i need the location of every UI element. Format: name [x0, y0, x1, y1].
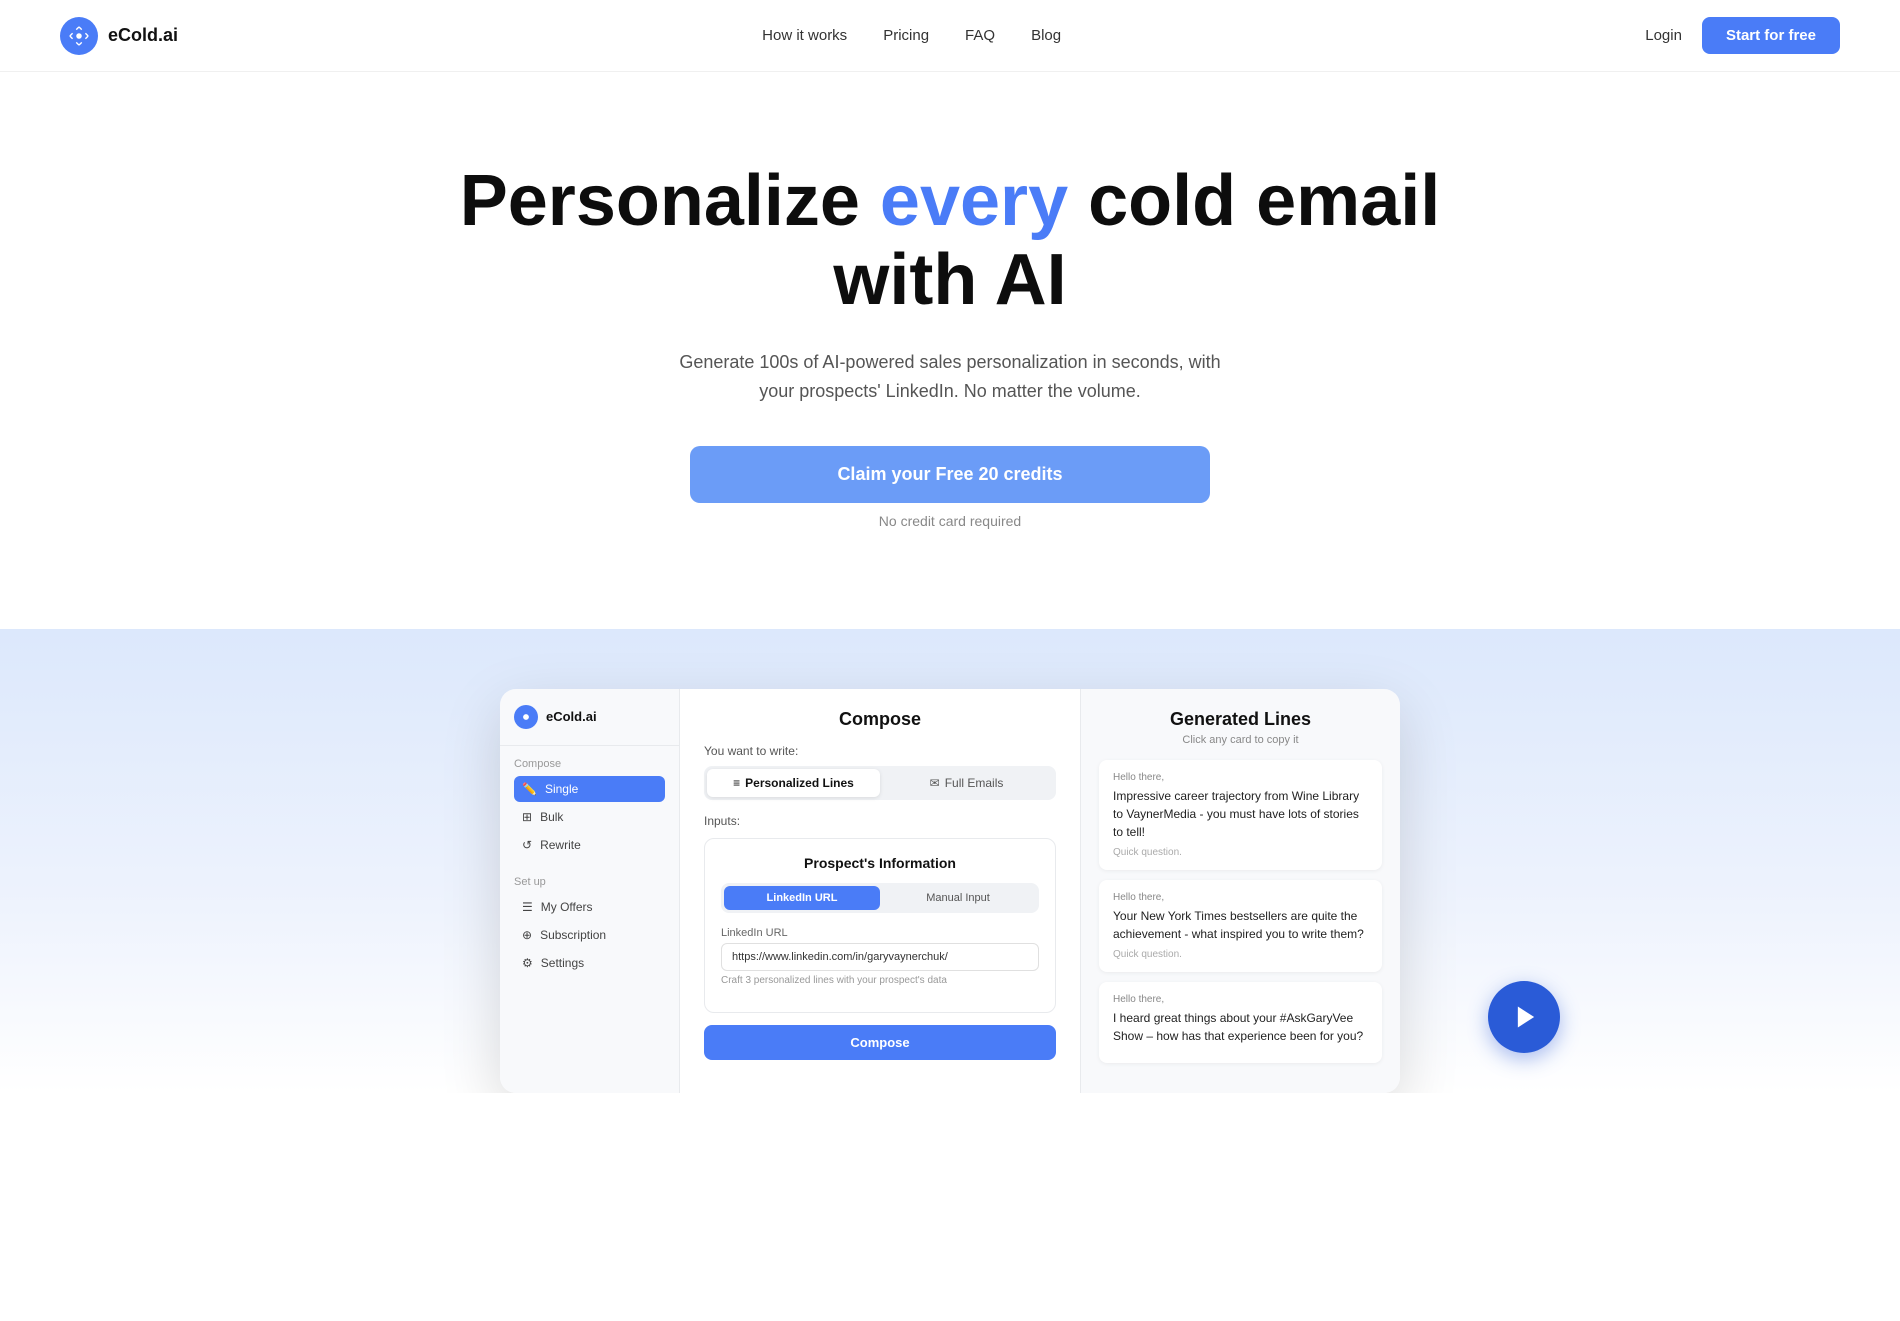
- emails-tab-icon: ✉: [930, 776, 940, 790]
- sidebar-offers-label: My Offers: [541, 900, 593, 914]
- prospect-box: Prospect's Information LinkedIn URL Manu…: [704, 838, 1056, 1013]
- compose-tab-group: ≡ Personalized Lines ✉ Full Emails: [704, 766, 1056, 800]
- sidebar-item-offers[interactable]: ☰ My Offers: [514, 894, 665, 920]
- sidebar-item-rewrite[interactable]: ↺ Rewrite: [514, 832, 665, 858]
- sidebar-rewrite-label: Rewrite: [540, 838, 581, 852]
- headline-accent: every: [880, 161, 1068, 241]
- nav-blog[interactable]: Blog: [1031, 27, 1061, 44]
- sidebar-header: eCold.ai: [500, 705, 679, 746]
- demo-container: eCold.ai Compose ✏️ Single ⊞ Bulk ↺ Rewr…: [500, 689, 1400, 1093]
- sidebar-item-settings[interactable]: ⚙ Settings: [514, 950, 665, 976]
- emails-tab-label: Full Emails: [945, 776, 1004, 790]
- login-button[interactable]: Login: [1645, 27, 1682, 44]
- sidebar-subscription-label: Subscription: [540, 928, 606, 942]
- compose-button[interactable]: Compose: [704, 1025, 1056, 1060]
- logo-link[interactable]: eCold.ai: [60, 17, 178, 55]
- play-icon: [1512, 1003, 1540, 1031]
- card1-tag: Quick question.: [1113, 847, 1368, 858]
- start-button[interactable]: Start for free: [1702, 17, 1840, 54]
- sidebar-setup-section: Set up ☰ My Offers ⊕ Subscription ⚙ Sett…: [500, 864, 679, 982]
- card3-greeting: Hello there,: [1113, 994, 1368, 1005]
- hero-subtitle: Generate 100s of AI-powered sales person…: [670, 348, 1230, 406]
- url-input-hint: Craft 3 personalized lines with your pro…: [721, 975, 1039, 986]
- sidebar-compose-section: Compose ✏️ Single ⊞ Bulk ↺ Rewrite: [500, 746, 679, 864]
- lines-tab-icon: ≡: [733, 776, 740, 790]
- demo-compose-panel: Compose You want to write: ≡ Personalize…: [680, 689, 1080, 1093]
- snowflake-icon: [68, 25, 90, 47]
- sidebar-item-subscription[interactable]: ⊕ Subscription: [514, 922, 665, 948]
- hero-section: Personalize every cold emailwith AI Gene…: [0, 72, 1900, 589]
- logo-icon: [60, 17, 98, 55]
- generated-subtitle: Click any card to copy it: [1099, 734, 1382, 746]
- headline-part1: Personalize: [460, 161, 880, 241]
- tab-full-emails[interactable]: ✉ Full Emails: [880, 769, 1053, 797]
- bulk-icon: ⊞: [522, 810, 532, 824]
- rewrite-icon: ↺: [522, 838, 532, 852]
- sidebar-compose-label: Compose: [514, 758, 665, 770]
- tab-manual-input[interactable]: Manual Input: [880, 886, 1036, 910]
- compose-you-want-label: You want to write:: [704, 744, 1056, 758]
- gen-card-3[interactable]: Hello there, I heard great things about …: [1099, 982, 1382, 1063]
- tab-linkedin-url[interactable]: LinkedIn URL: [724, 886, 880, 910]
- subscription-icon: ⊕: [522, 928, 532, 942]
- lines-tab-label: Personalized Lines: [745, 776, 854, 790]
- card2-text: Your New York Times bestsellers are quit…: [1113, 907, 1368, 943]
- card1-greeting: Hello there,: [1113, 772, 1368, 783]
- cta-button[interactable]: Claim your Free 20 credits: [690, 446, 1210, 503]
- sidebar-settings-label: Settings: [541, 956, 584, 970]
- no-cc-text: No credit card required: [40, 513, 1860, 529]
- linkedin-url-input[interactable]: [721, 943, 1039, 971]
- nav-links: How it works Pricing FAQ Blog: [762, 27, 1061, 44]
- card2-tag: Quick question.: [1113, 949, 1368, 960]
- pencil-icon: ✏️: [522, 782, 537, 796]
- hero-cta: Claim your Free 20 credits No credit car…: [40, 446, 1860, 529]
- sidebar-logo-icon: [514, 705, 538, 729]
- card2-greeting: Hello there,: [1113, 892, 1368, 903]
- sidebar-item-bulk[interactable]: ⊞ Bulk: [514, 804, 665, 830]
- sidebar-single-label: Single: [545, 782, 578, 796]
- headline-part3: with AI: [833, 240, 1066, 320]
- nav-faq[interactable]: FAQ: [965, 27, 995, 44]
- sidebar-logo-text: eCold.ai: [546, 709, 597, 724]
- generated-title: Generated Lines: [1099, 709, 1382, 730]
- card1-text: Impressive career trajectory from Wine L…: [1113, 787, 1368, 841]
- headline-part2: cold email: [1068, 161, 1440, 241]
- hero-headline: Personalize every cold emailwith AI: [40, 162, 1860, 320]
- play-button[interactable]: [1488, 981, 1560, 1053]
- card3-text: I heard great things about your #AskGary…: [1113, 1009, 1368, 1045]
- logo-text: eCold.ai: [108, 25, 178, 46]
- sidebar-setup-label: Set up: [514, 876, 665, 888]
- prospect-title: Prospect's Information: [721, 855, 1039, 871]
- nav-right: Login Start for free: [1645, 17, 1840, 54]
- demo-sidebar: eCold.ai Compose ✏️ Single ⊞ Bulk ↺ Rewr…: [500, 689, 680, 1093]
- navbar: eCold.ai How it works Pricing FAQ Blog L…: [0, 0, 1900, 72]
- sidebar-item-single[interactable]: ✏️ Single: [514, 776, 665, 802]
- gen-card-1[interactable]: Hello there, Impressive career trajector…: [1099, 760, 1382, 870]
- sidebar-snowflake-icon: [519, 710, 533, 724]
- url-input-label: LinkedIn URL: [721, 927, 1039, 939]
- gen-card-2[interactable]: Hello there, Your New York Times bestsel…: [1099, 880, 1382, 972]
- tab-personalized-lines[interactable]: ≡ Personalized Lines: [707, 769, 880, 797]
- compose-title: Compose: [704, 709, 1056, 730]
- sidebar-bulk-label: Bulk: [540, 810, 563, 824]
- generated-lines-panel: Generated Lines Click any card to copy i…: [1080, 689, 1400, 1093]
- offers-icon: ☰: [522, 900, 533, 914]
- inputs-label: Inputs:: [704, 814, 1056, 828]
- nav-how-it-works[interactable]: How it works: [762, 27, 847, 44]
- settings-icon: ⚙: [522, 956, 533, 970]
- demo-wrapper: eCold.ai Compose ✏️ Single ⊞ Bulk ↺ Rewr…: [0, 629, 1900, 1093]
- nav-pricing[interactable]: Pricing: [883, 27, 929, 44]
- input-tab-group: LinkedIn URL Manual Input: [721, 883, 1039, 913]
